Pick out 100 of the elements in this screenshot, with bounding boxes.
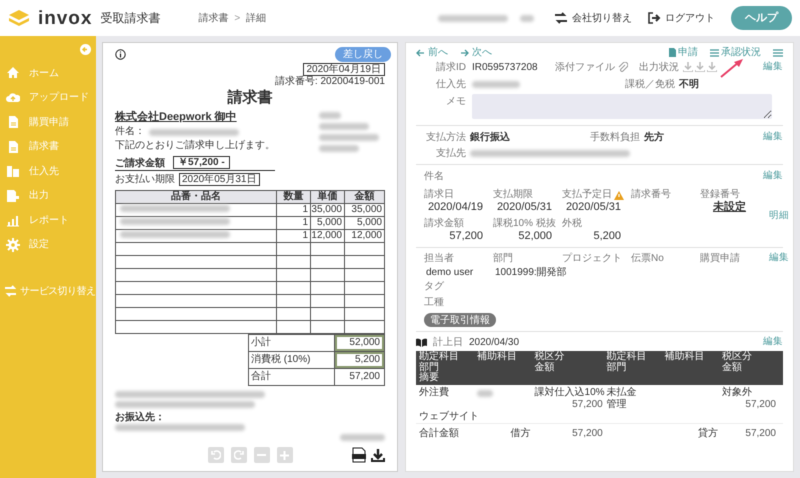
column-header: 部門 [419, 362, 440, 372]
credit-label: 貸方 [697, 426, 720, 440]
field-label: 支払期限 [493, 189, 533, 201]
prev-link[interactable]: 前へ [416, 45, 448, 60]
column-header: 勘定科目 [419, 352, 460, 362]
return-button[interactable]: 差し戻し [335, 47, 391, 62]
table-cell-text: 57,200 [744, 398, 777, 410]
breadcrumb-item[interactable]: 請求書 [198, 10, 228, 26]
edit-link[interactable]: 編集 [763, 168, 783, 184]
zoom-in-button[interactable] [276, 447, 292, 463]
field-label: 請求ID [435, 60, 466, 74]
table-cell: 1 [276, 216, 310, 230]
bank-label: お振込先： [115, 412, 166, 424]
table-cell: 消費税 (10%) [248, 352, 334, 368]
product-name: 受取請求書 [100, 10, 160, 27]
table-cell: 35,000 [344, 204, 384, 216]
memo-field[interactable] [472, 94, 772, 119]
total-label: 合計金額 [419, 426, 460, 440]
logo-icon [8, 8, 30, 28]
book-icon [416, 338, 427, 346]
blurred-text [319, 112, 341, 119]
menu-icon [773, 48, 783, 56]
edit-link[interactable]: 編集 [763, 60, 783, 74]
amount-value: ￥57,200 - [173, 156, 230, 169]
column-header: 品番・品名 [116, 190, 276, 204]
download-icon [371, 448, 385, 462]
redo-button[interactable] [230, 447, 246, 463]
field-label: 請求日 [424, 189, 454, 201]
table-cell-text: 課対仕入込10% [534, 386, 606, 398]
blurred-text [438, 14, 508, 22]
column-header: 単価 [310, 190, 344, 204]
home-icon [6, 66, 20, 80]
company-switch-link[interactable]: 会社切り替え [554, 10, 632, 26]
field-label: 仕入先 [435, 78, 466, 92]
arrow-right-icon [460, 48, 469, 56]
blurred-text [319, 123, 369, 130]
table-cell: 合計 [248, 368, 334, 386]
field-value: IR0595737208 [472, 60, 539, 74]
field-label: 請求番号 [631, 189, 671, 201]
document-icon [6, 140, 20, 154]
zoom-out-button[interactable] [254, 447, 270, 463]
pointer-arrow [719, 57, 745, 79]
table-cell-text: 外注費 [419, 386, 450, 398]
help-button[interactable]: ヘルプ [731, 6, 792, 30]
table-cell: 35,000 [310, 204, 344, 216]
column-header: 部門 [606, 362, 628, 373]
field-value: 2020/05/31 [564, 201, 621, 214]
recipient-name: 株式会社Deepwork 御中 [115, 110, 238, 124]
field-label: 部門 [493, 252, 514, 266]
field-label: 外税 [562, 218, 582, 230]
export-icon [6, 188, 20, 203]
field-value: 2020/04/19 [426, 201, 483, 214]
blurred-text [476, 390, 493, 396]
table-cell-text: 管理 [606, 398, 628, 410]
field-label: 支払予定日 [562, 189, 612, 201]
logout-icon [648, 12, 661, 24]
breadcrumb-separator: > [234, 12, 240, 26]
field-label: 担当者 [424, 252, 455, 266]
field-label: 購買申請 [700, 252, 741, 266]
next-link[interactable]: 次へ [460, 45, 492, 60]
field-value: 52,000 [517, 230, 552, 243]
invoice-number: 請求番号: 20200419-001 [274, 76, 385, 88]
field-label: 出力状況 [639, 60, 679, 74]
registration-link[interactable]: 未設定 [700, 201, 759, 214]
table-cell: 12,000 [344, 230, 384, 242]
field-label: プロジェクト [562, 252, 623, 266]
field-value: demo user [425, 266, 474, 279]
e-trade-info-button[interactable]: 電子取引情報 [424, 313, 496, 327]
edit-link[interactable]: 編集 [763, 130, 783, 144]
download-icon [695, 62, 705, 72]
invoice-title: 請求書 [226, 88, 274, 108]
undo-icon [210, 450, 220, 460]
field-label: 請求金額 [424, 218, 464, 230]
list-icon [710, 48, 719, 56]
invoice-date: 2020年04月19日 [302, 63, 385, 76]
apply-link[interactable]: 申請 [669, 45, 698, 60]
download-icon [683, 62, 693, 72]
table-cell: 52,000 [335, 335, 384, 351]
column-header: 税区分 [534, 352, 566, 362]
table-cell: 5,000 [344, 216, 384, 230]
settings-icon [6, 238, 20, 252]
column-header: 金額 [344, 190, 384, 204]
edit-link[interactable]: 編集 [763, 334, 783, 350]
credit-total: 57,200 [744, 426, 777, 440]
details-link[interactable]: 明細 [769, 208, 789, 224]
field-label: タグ [424, 280, 445, 293]
table-cell-text: 未払金 [606, 386, 638, 398]
logout-link[interactable]: ログアウト [648, 10, 715, 26]
field-label: 伝票No [631, 252, 665, 266]
breadcrumb-item: 詳細 [246, 12, 266, 26]
arrow-left-icon [416, 48, 425, 56]
edit-link[interactable]: 編集 [769, 251, 789, 266]
column-header: 金額 [722, 362, 744, 373]
approval-status-link[interactable]: 承認状況 [710, 45, 761, 60]
field-value: 不明 [679, 78, 699, 92]
info-icon [115, 49, 126, 60]
swap-icon [554, 12, 568, 24]
due-date: 2020年05月31日 [179, 173, 260, 186]
field-label: 添付ファイル [555, 60, 615, 74]
undo-button[interactable] [208, 447, 224, 463]
